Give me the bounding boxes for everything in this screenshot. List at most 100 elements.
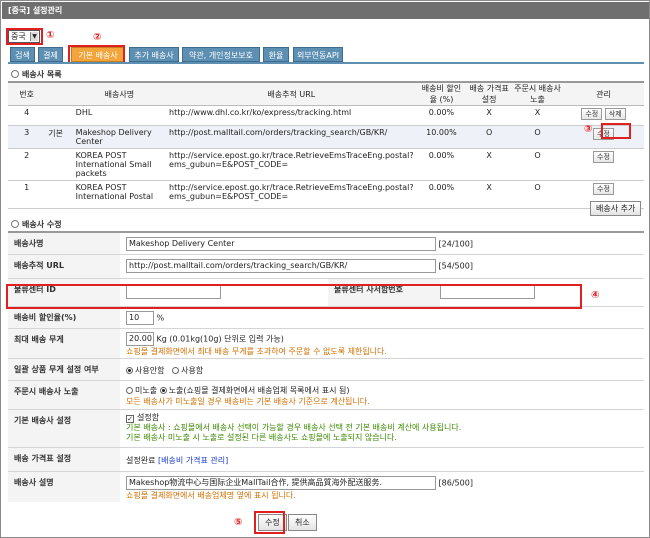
row-carrier-name: DHL [72, 105, 167, 126]
bullet-icon [11, 220, 19, 228]
row-tracking-url: http://service.epost.go.kr/trace.Retriev… [166, 148, 417, 181]
price-status: 설정완료 [126, 456, 156, 465]
bulk-on-radio[interactable] [172, 367, 180, 374]
url-count: [54/500] [438, 261, 473, 271]
weight-unit: Kg (0.01kg(10g) 단위로 입력 가능) [156, 334, 284, 344]
default-hint-2: 기본 배송사 미노출 시 노출로 설정된 다른 배송사도 쇼핑몰에 노출되지 않… [126, 433, 397, 442]
row-price-table: O [466, 125, 513, 149]
carrier-edit-form: 배송사명 Makeshop Delivery Center [24/100] 배… [8, 231, 644, 502]
edit-button[interactable]: 수정 [593, 151, 614, 163]
row-discount: 0.00% [416, 148, 467, 181]
table-row: 2 KOREA POST International Small packets… [8, 148, 644, 181]
bullet-icon [11, 70, 19, 78]
expose-on-label: 노출(쇼핑몰 결제화면에서 배송업체 목록에서 표시 됨) [168, 386, 350, 395]
col-discount: 배송비 할인율 (%) [416, 81, 467, 106]
col-show-on-order: 주문시 배송사 노출 [512, 81, 563, 106]
list-section-title: 배송사 목록 [11, 69, 62, 80]
row-discount: 10.00% [416, 125, 467, 149]
bulk-on-label: 사용함 [181, 366, 204, 375]
row-manage: 수정 [563, 148, 644, 181]
expose-off-radio[interactable] [126, 387, 133, 394]
row-number: 3 [8, 125, 46, 149]
form-row-url: 배송추적 URL http://post.malltail.com/orders… [8, 255, 644, 279]
row-number: 1 [8, 180, 46, 209]
form-row-description: 배송사 설명 Makeshop物流中心与国际企业MallTail合作, 提供高品… [8, 472, 644, 502]
desc-hint: 쇼핑몰 결제화면에서 배송업체명 옆에 표시 됩니다. [126, 491, 296, 500]
name-count: [24/100] [438, 239, 473, 249]
form-row-default: 기본 배송사 설정 ✓ 설정함 기본 배송사 : 쇼핑몰에서 배송사 선택이 가능… [8, 410, 644, 448]
carrier-name-input[interactable]: Makeshop Delivery Center [126, 237, 436, 251]
row-discount: 0.00% [416, 180, 467, 209]
table-header-row: 번호 배송사명 배송추적 URL 배송비 할인율 (%) 배송 가격표 설정 주… [8, 81, 644, 106]
highlight-box-edit [601, 123, 631, 139]
table-row: 3 기본 Makeshop Delivery Center http://pos… [8, 125, 644, 149]
expose-off-label: 미노출 [135, 386, 158, 395]
weight-hint: 쇼핑몰 결제화면에서 최대 배송 무게를 초과하여 주문할 수 없도록 제한됩니… [126, 347, 387, 356]
settings-window: [중국] 설정관리 중국 ▼ ① ② 검색 결제 기본 배송사 추가 배송사 약… [0, 0, 650, 538]
marker-1: ① [46, 30, 55, 41]
form-row-weight: 최대 배송 무게 20.00 Kg (0.01kg(10g) 단위로 입력 가능… [8, 329, 644, 359]
bulk-off-label: 사용안함 [135, 366, 165, 375]
carrier-table: 번호 배송사명 배송추적 URL 배송비 할인율 (%) 배송 가격표 설정 주… [8, 81, 644, 209]
marker-4: ④ [591, 290, 600, 301]
col-price-table: 배송 가격표 설정 [466, 81, 513, 106]
row-number: 2 [8, 148, 46, 181]
col-number: 번호 [8, 81, 46, 106]
price-label: 배송 가격표 설정 [8, 448, 120, 471]
row-show: X [512, 105, 563, 126]
discount-input[interactable]: 10 [126, 311, 154, 325]
form-row-discount: 배송비 할인율(%) 10 % [8, 307, 644, 329]
edit-button[interactable]: 수정 [581, 108, 603, 120]
cancel-button[interactable]: 취소 [288, 514, 317, 531]
row-carrier-name: KOREA POST International Small packets [72, 148, 167, 181]
bulk-label: 일괄 상품 무게 설정 여부 [8, 359, 120, 380]
expose-hint: 모든 배송사가 미노출일 경우 배송비는 기본 배송사 기준으로 계산됩니다. [126, 397, 370, 406]
row-number: 4 [8, 105, 46, 126]
edit-button[interactable]: 수정 [593, 183, 614, 195]
row-default [45, 105, 73, 126]
default-checkbox[interactable]: ✓ [126, 415, 134, 423]
col-default [45, 81, 73, 106]
tab-terms-privacy[interactable]: 약관, 개인정보보호 [182, 47, 260, 62]
row-price-table: X [466, 105, 513, 126]
desc-label: 배송사 설명 [8, 472, 120, 502]
row-default [45, 148, 73, 181]
marker-5: ⑤ [234, 517, 243, 528]
col-manage: 관리 [563, 81, 644, 106]
row-default [45, 180, 73, 209]
expose-label: 주문시 배송사 노출 [8, 381, 120, 409]
row-default: 기본 [45, 125, 73, 149]
default-hint-1: 기본 배송사 : 쇼핑몰에서 배송사 선택이 가능할 경우 배송사 선택 전 기… [126, 423, 462, 432]
marker-2: ② [93, 32, 102, 43]
row-tracking-url: http://post.malltail.com/orders/tracking… [166, 125, 417, 149]
tab-exchange-rate[interactable]: 환율 [263, 47, 289, 62]
tab-external-api[interactable]: 외부연동API [293, 47, 343, 62]
row-show: O [512, 180, 563, 209]
row-discount: 0.00% [416, 105, 467, 126]
col-tracking-url: 배송추적 URL [166, 81, 417, 106]
tab-underline [8, 62, 644, 64]
add-carrier-button[interactable]: 배송사 추가 [590, 201, 642, 216]
default-label: 기본 배송사 설정 [8, 410, 120, 447]
row-carrier-name: Makeshop Delivery Center [72, 125, 167, 149]
highlight-box-center [6, 284, 582, 309]
delete-button[interactable]: 삭제 [604, 108, 626, 120]
bulk-off-radio[interactable] [126, 367, 133, 374]
tab-search[interactable]: 검색 [10, 47, 35, 62]
marker-3: ③ [584, 124, 593, 135]
url-label: 배송추적 URL [8, 255, 120, 278]
highlight-box-save [254, 511, 285, 534]
discount-label: 배송비 할인율(%) [8, 307, 120, 328]
discount-unit: % [156, 313, 165, 323]
description-input[interactable]: Makeshop物流中心与国际企业MallTail合作, 提供高品質海外配送服务… [126, 476, 436, 490]
price-table-link[interactable]: [배송비 가격표 관리] [158, 456, 228, 465]
row-tracking-url: http://www.dhl.co.kr/ko/express/tracking… [166, 105, 417, 126]
form-row-name: 배송사명 Makeshop Delivery Center [24/100] [8, 233, 644, 255]
tab-payment[interactable]: 결제 [38, 47, 63, 62]
tab-extra-carrier[interactable]: 추가 배송사 [129, 47, 179, 62]
weight-input[interactable]: 20.00 [126, 332, 154, 346]
row-price-table: X [466, 148, 513, 181]
edit-section-title: 배송사 수정 [11, 219, 62, 230]
tracking-url-input[interactable]: http://post.malltail.com/orders/tracking… [126, 259, 436, 273]
expose-on-radio[interactable] [159, 387, 167, 394]
